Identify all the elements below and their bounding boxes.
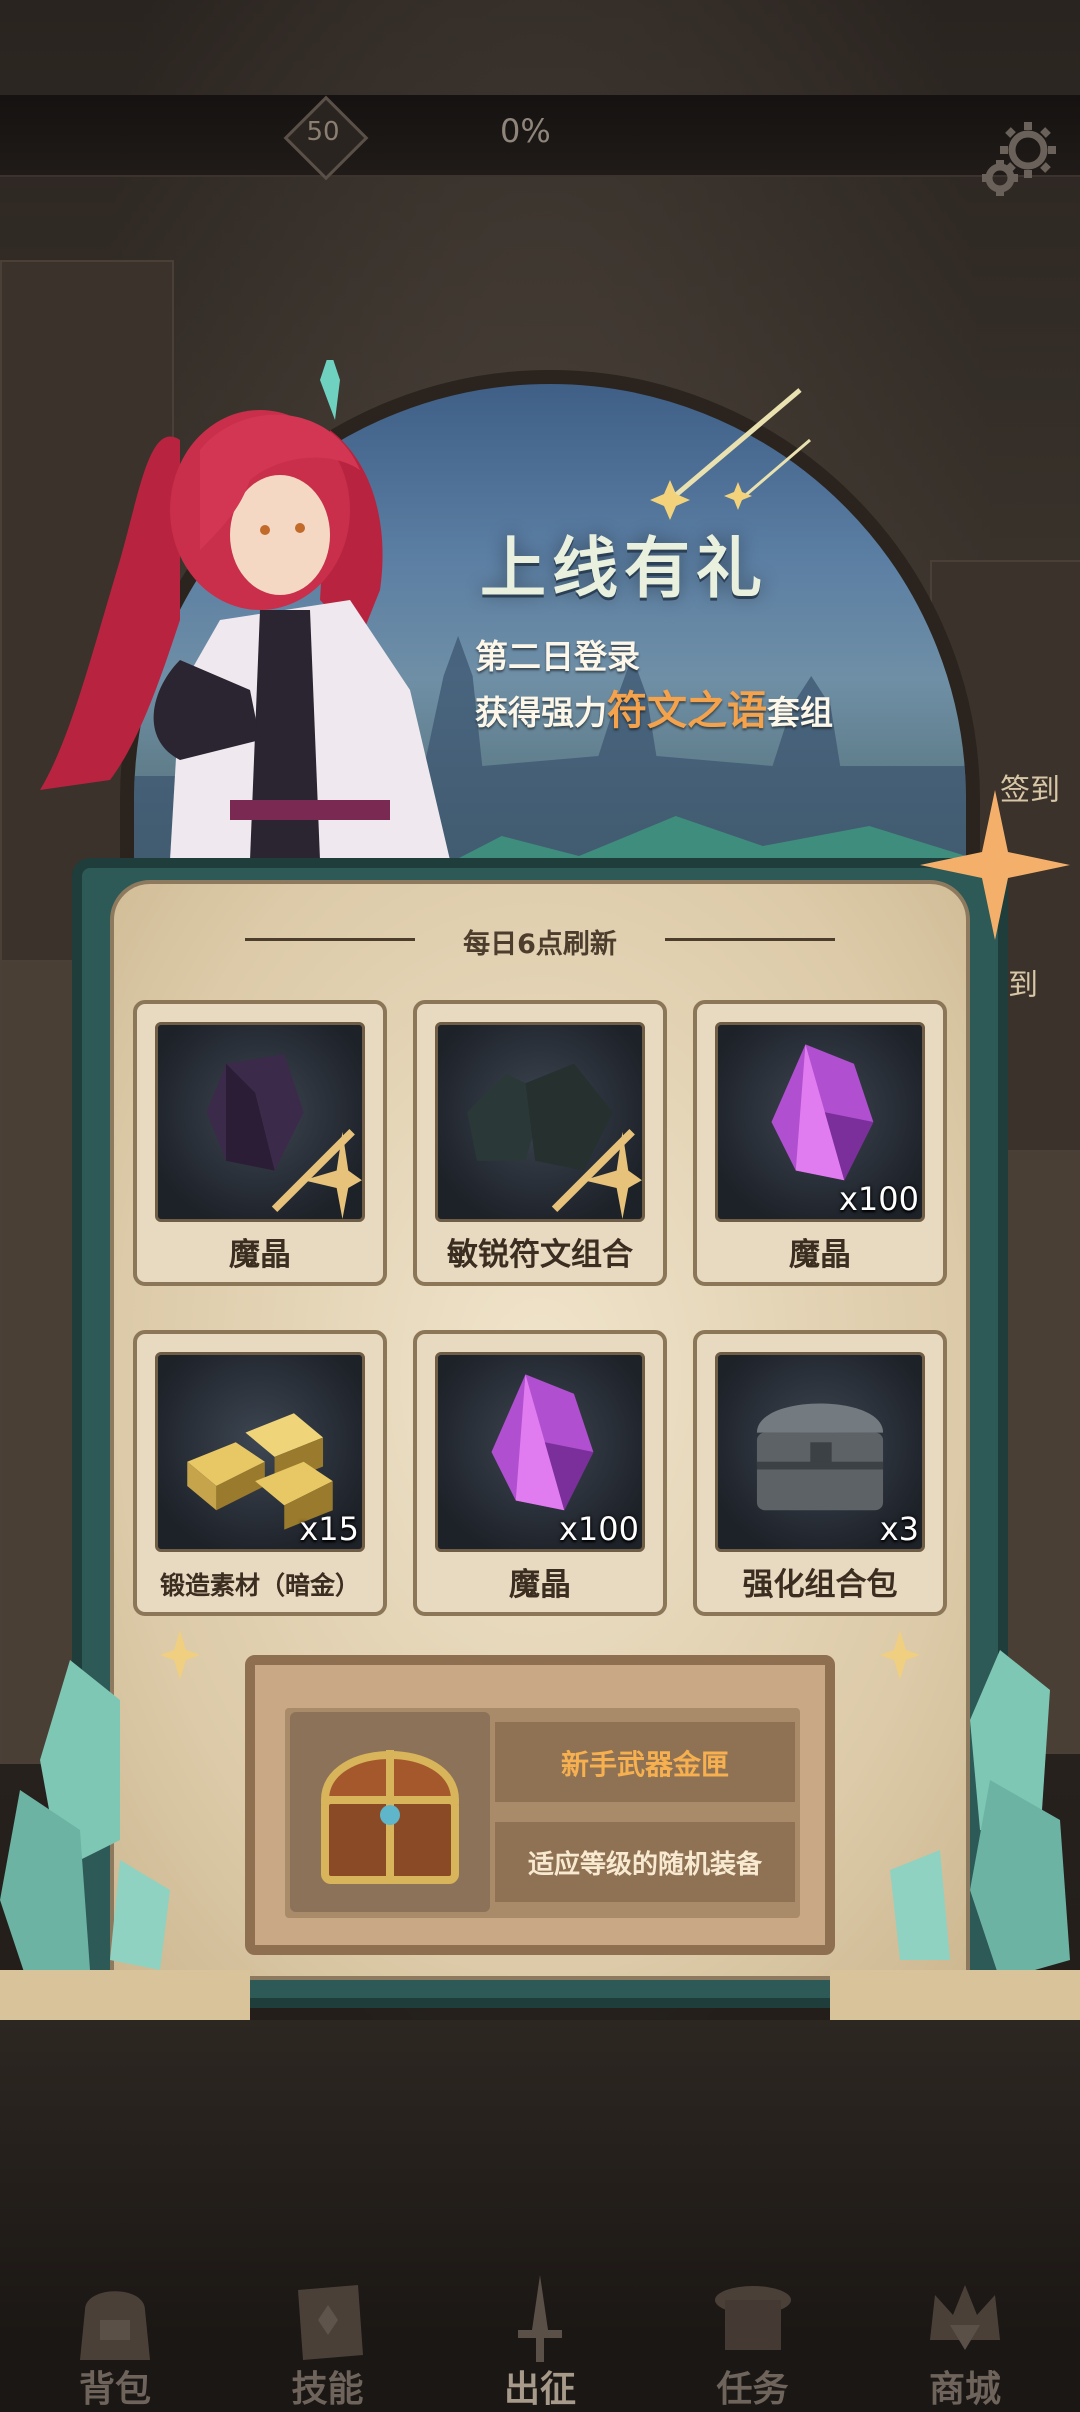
scroll-icon: [714, 2286, 791, 2350]
settings-gear-icon[interactable]: [970, 112, 1070, 212]
progress-percent: 0%: [500, 112, 551, 150]
reward-slot-1[interactable]: 魔晶: [133, 1000, 387, 1286]
item-quantity: x15: [299, 1510, 359, 1548]
refresh-note: 每日6点刷新: [463, 929, 617, 960]
star-sparkle-icon: [880, 1630, 920, 1680]
golden-chest-icon: [320, 1750, 460, 1884]
nav-label: 背包: [78, 2369, 151, 2410]
sparkle-icon: [920, 790, 1070, 940]
rune-stone-icon: [467, 1063, 642, 1219]
item-name: 魔晶: [509, 1567, 571, 1603]
star-sparkle-icon: [160, 1630, 200, 1680]
nav-skills[interactable]: 技能: [253, 2270, 403, 2412]
character-portrait: [40, 360, 450, 860]
level-number: 50: [306, 117, 340, 147]
reward-slot-5[interactable]: x100 魔晶: [413, 1330, 667, 1616]
item-name: 魔晶: [789, 1237, 851, 1273]
reward-slot-4[interactable]: x15 锻造素材（暗金）: [133, 1330, 387, 1616]
reward-slot-2[interactable]: 敏锐符文组合: [413, 1000, 667, 1286]
nav-backpack[interactable]: 背包: [40, 2270, 190, 2412]
nav-label: 商城: [928, 2369, 1001, 2410]
nav-shop[interactable]: 商城: [890, 2270, 1040, 2412]
nav-label: 技能: [291, 2369, 364, 2410]
shop-crown-icon: [930, 2285, 1000, 2350]
side-sign-label: 到: [1008, 968, 1038, 1003]
skill-book-icon: [297, 2285, 363, 2360]
item-image: [435, 1022, 645, 1222]
banner-title: 上线有礼: [480, 530, 768, 607]
item-name: 魔晶: [229, 1237, 291, 1273]
banner-subtitle-2: 获得强力符文之语套组: [475, 678, 833, 736]
item-name: 锻造素材（暗金）: [159, 1571, 360, 1600]
crystal-cluster-icon: [830, 1650, 1080, 2020]
item-quantity: x3: [879, 1510, 919, 1548]
nav-label: 出征: [503, 2369, 576, 2410]
reward-slot-3[interactable]: x100 魔晶: [693, 1000, 947, 1286]
nav-expedition[interactable]: 出征: [465, 2270, 615, 2412]
dark-crystal-icon: [206, 1054, 362, 1219]
crystal-cluster-icon: [0, 1660, 250, 2020]
shooting-star-icon: [650, 388, 811, 520]
reward-slot-6[interactable]: x3 强化组合包: [693, 1330, 947, 1616]
item-quantity: x100: [558, 1510, 639, 1548]
backpack-icon: [80, 2291, 150, 2360]
nav-quests[interactable]: 任务: [678, 2270, 828, 2412]
reward-description: 适应等级的随机装备: [527, 1850, 762, 1880]
item-name: 敏锐符文组合: [447, 1237, 633, 1273]
reward-name: 新手武器金匣: [560, 1748, 729, 1781]
item-image: [155, 1022, 365, 1222]
banner-highlight: 符文之语: [607, 688, 767, 734]
nav-label: 任务: [716, 2369, 789, 2410]
banner-subtitle-suffix: 套组: [767, 693, 833, 732]
sword-icon: [518, 2275, 562, 2362]
item-name: 强化组合包: [742, 1567, 898, 1603]
item-quantity: x100: [838, 1180, 919, 1218]
bottom-navigation: 背包 技能 出征 任务 商城: [0, 2270, 1080, 2412]
